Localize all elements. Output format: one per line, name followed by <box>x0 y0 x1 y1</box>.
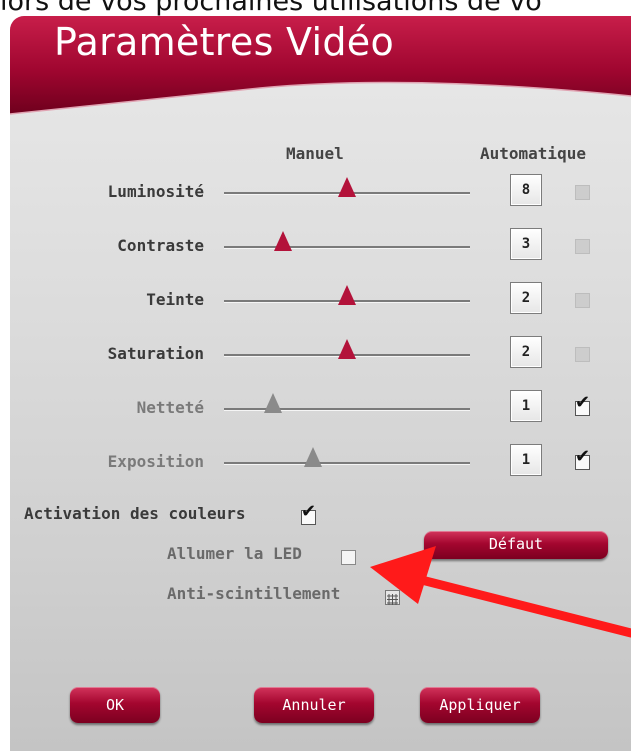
slider-thumb[interactable] <box>338 285 356 305</box>
antiflicker-label: Anti-scintillement <box>167 584 341 603</box>
slider-thumb[interactable] <box>338 339 356 359</box>
setting-label: Exposition <box>107 452 204 471</box>
slider-thumb[interactable] <box>274 231 293 251</box>
value-box[interactable]: 1 <box>510 444 542 476</box>
slider-thumb[interactable] <box>303 447 322 467</box>
ok-button[interactable]: OK <box>70 687 160 723</box>
checkmark-icon: ✔ <box>301 501 317 522</box>
auto-checkbox[interactable]: ✔ <box>575 448 590 470</box>
slider-track[interactable] <box>224 408 470 410</box>
apply-button[interactable]: Appliquer <box>420 687 540 723</box>
slider-thumb[interactable] <box>264 393 283 413</box>
grid-icon[interactable] <box>385 590 400 605</box>
default-button[interactable]: Défaut <box>424 531 608 559</box>
slider-track[interactable] <box>224 462 470 464</box>
auto-checkbox <box>575 347 590 362</box>
led-label: Allumer la LED <box>167 544 302 563</box>
colors-label: Activation des couleurs <box>24 504 246 523</box>
slider-thumb[interactable] <box>338 177 356 197</box>
dialog-title: Paramètres Vidéo <box>54 20 395 64</box>
background-text: lors de vos prochaines utilisations de v… <box>0 0 542 17</box>
setting-label: Netteté <box>136 398 204 417</box>
setting-label: Luminosité <box>107 182 204 201</box>
checkmark-icon: ✔ <box>575 446 591 467</box>
auto-checkbox[interactable]: ✔ <box>575 394 590 416</box>
colors-checkbox[interactable]: ✔ <box>301 503 316 525</box>
video-settings-dialog: Paramètres Vidéo Manuel Automatique Lumi… <box>10 16 631 751</box>
setting-label: Teinte <box>146 290 204 309</box>
value-box[interactable]: 1 <box>510 390 542 422</box>
column-header-manual: Manuel <box>286 144 344 163</box>
slider-track[interactable] <box>224 246 470 248</box>
column-header-automatic: Automatique <box>480 144 586 163</box>
checkmark-icon: ✔ <box>575 392 591 413</box>
value-box[interactable]: 2 <box>510 336 542 368</box>
value-box[interactable]: 8 <box>510 174 542 206</box>
cancel-button[interactable]: Annuler <box>254 687 374 723</box>
value-box[interactable]: 3 <box>510 228 542 260</box>
dialog-header: Paramètres Vidéo <box>10 16 631 126</box>
auto-checkbox <box>575 293 590 308</box>
led-checkbox[interactable] <box>341 550 356 565</box>
auto-checkbox <box>575 239 590 254</box>
auto-checkbox <box>575 185 590 200</box>
value-box[interactable]: 2 <box>510 282 542 314</box>
setting-label: Saturation <box>107 344 204 363</box>
setting-label: Contraste <box>117 236 204 255</box>
